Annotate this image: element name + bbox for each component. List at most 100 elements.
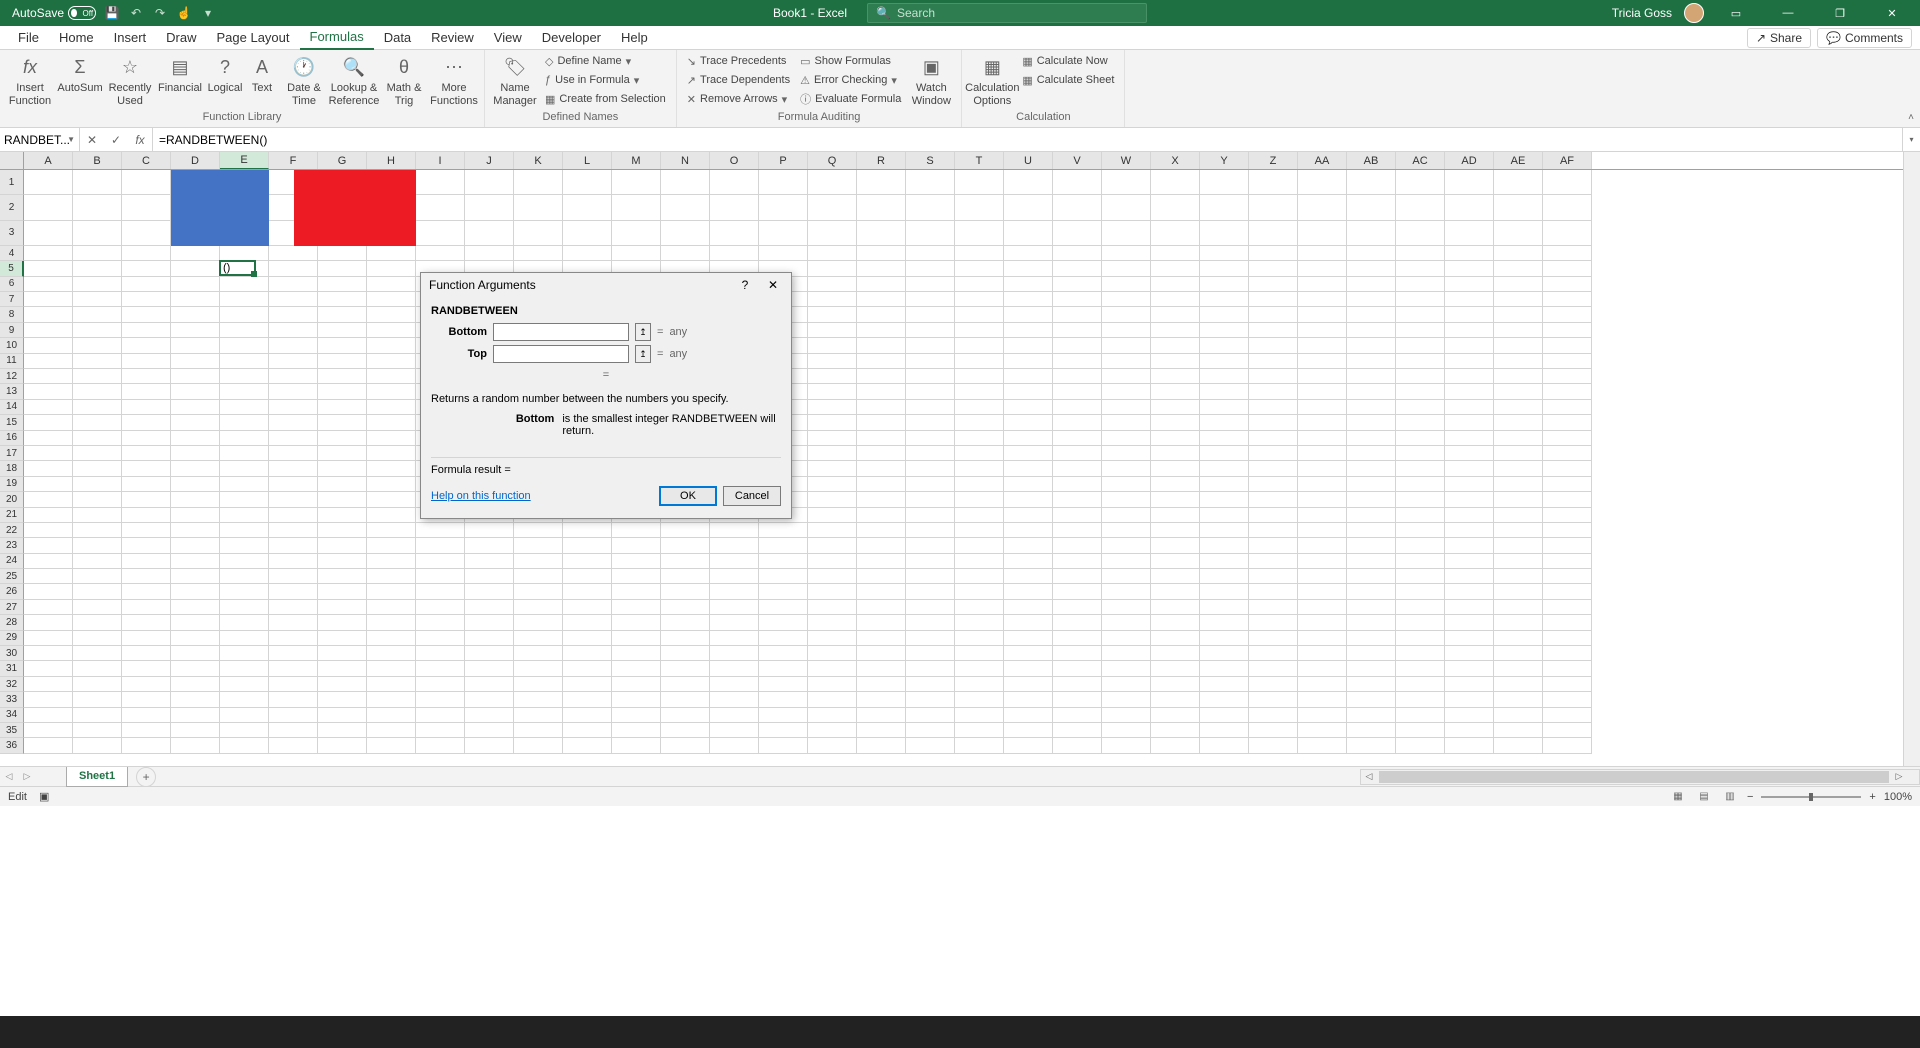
cell[interactable] (416, 584, 465, 599)
cell[interactable] (710, 221, 759, 246)
cell[interactable] (1200, 261, 1249, 276)
cell[interactable] (73, 461, 122, 476)
cell[interactable] (1053, 446, 1102, 461)
cell[interactable] (1151, 646, 1200, 661)
save-icon[interactable]: 💾 (104, 5, 120, 21)
cell[interactable] (73, 723, 122, 738)
cell[interactable] (269, 261, 318, 276)
column-header[interactable]: R (857, 152, 906, 169)
cell[interactable] (367, 600, 416, 615)
cell[interactable] (1053, 277, 1102, 292)
cell[interactable] (1494, 646, 1543, 661)
cell[interactable] (1396, 338, 1445, 353)
cell[interactable] (906, 615, 955, 630)
cell[interactable] (73, 323, 122, 338)
menu-tab-view[interactable]: View (484, 26, 532, 50)
cell[interactable] (563, 738, 612, 753)
cell[interactable] (857, 277, 906, 292)
cell[interactable] (1396, 523, 1445, 538)
cell[interactable] (563, 569, 612, 584)
cell[interactable] (1298, 538, 1347, 553)
cell[interactable] (73, 584, 122, 599)
column-header[interactable]: S (906, 152, 955, 169)
cell[interactable] (1102, 723, 1151, 738)
cell[interactable] (465, 646, 514, 661)
cell[interactable] (465, 661, 514, 676)
cell[interactable] (710, 523, 759, 538)
cell[interactable] (73, 369, 122, 384)
cell[interactable] (1102, 170, 1151, 195)
cell[interactable] (710, 600, 759, 615)
cell[interactable] (955, 461, 1004, 476)
cell[interactable] (122, 446, 171, 461)
cells-area[interactable]: () (24, 170, 1920, 754)
cell[interactable] (269, 508, 318, 523)
cell[interactable] (808, 221, 857, 246)
collapse-ribbon-icon[interactable]: ˄ (1908, 112, 1914, 123)
cell[interactable] (1298, 246, 1347, 261)
cell[interactable] (1004, 323, 1053, 338)
cell[interactable] (73, 508, 122, 523)
cell[interactable] (269, 354, 318, 369)
cell[interactable] (563, 170, 612, 195)
cell[interactable] (122, 369, 171, 384)
cell[interactable] (1004, 508, 1053, 523)
cell[interactable] (563, 692, 612, 707)
cell[interactable] (514, 584, 563, 599)
cell[interactable] (171, 708, 220, 723)
cell[interactable] (612, 677, 661, 692)
cell[interactable] (1053, 492, 1102, 507)
cell[interactable] (1151, 195, 1200, 220)
cell[interactable] (955, 323, 1004, 338)
zoom-out-button[interactable]: − (1747, 791, 1753, 803)
arg-top-input[interactable] (493, 345, 629, 363)
cell[interactable] (857, 431, 906, 446)
cell[interactable] (808, 554, 857, 569)
cell[interactable] (171, 508, 220, 523)
menu-tab-home[interactable]: Home (49, 26, 104, 50)
cell[interactable] (1053, 292, 1102, 307)
comments-button[interactable]: 💬Comments (1817, 28, 1912, 48)
cell[interactable] (416, 554, 465, 569)
cell[interactable] (1249, 415, 1298, 430)
cell[interactable] (318, 584, 367, 599)
cell[interactable] (1494, 369, 1543, 384)
column-header[interactable]: AB (1347, 152, 1396, 169)
cell[interactable] (1053, 677, 1102, 692)
remove-arrows-button[interactable]: ✕Remove Arrows▾ (683, 90, 794, 108)
cell[interactable] (1396, 446, 1445, 461)
cell[interactable] (857, 477, 906, 492)
cell[interactable] (1543, 569, 1592, 584)
cell[interactable] (906, 195, 955, 220)
cell[interactable] (1298, 600, 1347, 615)
cell[interactable] (269, 631, 318, 646)
cell[interactable] (857, 354, 906, 369)
cell[interactable] (416, 631, 465, 646)
cell[interactable] (612, 692, 661, 707)
cell[interactable] (220, 461, 269, 476)
user-avatar[interactable] (1684, 3, 1704, 23)
page-layout-view-button[interactable]: ▤ (1695, 790, 1713, 804)
cell[interactable] (1347, 569, 1396, 584)
cell[interactable] (269, 461, 318, 476)
cell[interactable] (857, 492, 906, 507)
cell[interactable] (1151, 615, 1200, 630)
cell[interactable] (1200, 661, 1249, 676)
cell[interactable] (1004, 307, 1053, 322)
cell[interactable] (24, 692, 73, 707)
cell[interactable] (955, 569, 1004, 584)
cell[interactable] (955, 477, 1004, 492)
cell[interactable] (318, 446, 367, 461)
cell[interactable] (1396, 415, 1445, 430)
cell[interactable] (1151, 492, 1200, 507)
cell[interactable] (1004, 461, 1053, 476)
sheet-nav-next[interactable]: ▷ (18, 771, 36, 782)
cell[interactable] (220, 646, 269, 661)
cell[interactable] (906, 323, 955, 338)
cell[interactable] (1102, 631, 1151, 646)
cell[interactable] (1053, 569, 1102, 584)
cell[interactable] (1053, 646, 1102, 661)
cell[interactable] (1494, 492, 1543, 507)
cell[interactable] (759, 723, 808, 738)
cell[interactable] (1249, 646, 1298, 661)
